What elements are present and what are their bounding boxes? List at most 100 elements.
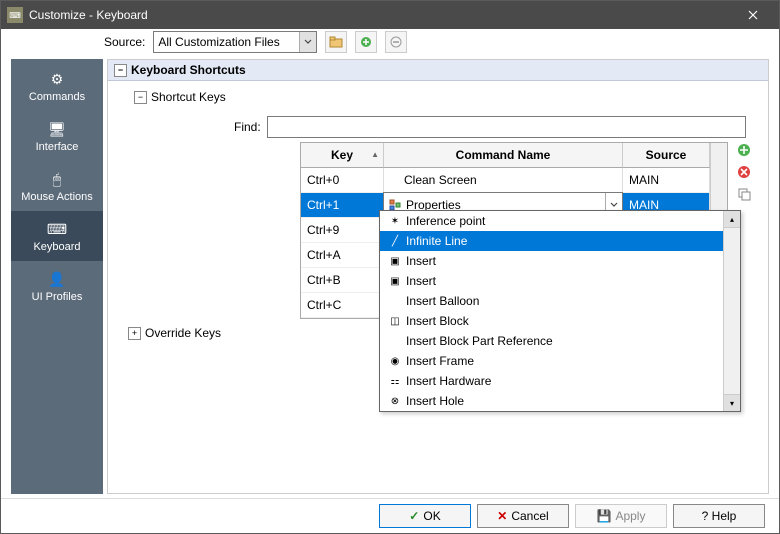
dropdown-item[interactable]: ╱Infinite Line [380, 231, 740, 251]
scroll-down-icon[interactable]: ▾ [724, 394, 740, 411]
frame-icon: ◉ [388, 354, 402, 368]
cancel-button[interactable]: ✕Cancel [477, 504, 569, 528]
command-dropdown-list[interactable]: ✶Inference point ╱Infinite Line ▣ Insert … [379, 210, 741, 412]
scrollbar-track[interactable] [710, 168, 727, 193]
section-title: Keyboard Shortcuts [131, 63, 246, 77]
source-dropdown-value: All Customization Files [158, 35, 279, 49]
column-header-command[interactable]: Command Name [384, 143, 623, 168]
line-icon: ╱ [388, 234, 402, 248]
sidebar-item-interface[interactable]: 🖥 Interface [11, 111, 103, 161]
sidebar-item-label: Keyboard [33, 241, 80, 253]
add-button[interactable] [355, 31, 377, 53]
popup-scrollbar[interactable]: ▴ ▾ [723, 211, 740, 411]
hardware-icon: ⚏ [388, 374, 402, 388]
dropdown-item[interactable]: ◫Insert Block [380, 311, 740, 331]
sidebar-item-label: Mouse Actions [21, 191, 93, 203]
cell-key: Ctrl+C [301, 293, 384, 318]
override-title: Override Keys [145, 326, 221, 340]
subsection-shortcut-keys[interactable]: − Shortcut Keys [114, 86, 762, 108]
dropdown-item[interactable]: Insert Block Part Reference [380, 331, 740, 351]
window-title: Customize - Keyboard [29, 8, 733, 22]
sidebar-item-label: UI Profiles [32, 291, 83, 303]
mouse-icon: 🖱 [41, 169, 73, 189]
close-button[interactable] [733, 1, 773, 29]
dropdown-item[interactable]: ✶Inference point [380, 211, 740, 231]
dropdown-item[interactable]: Insert Balloon [380, 291, 740, 311]
dropdown-item[interactable]: ⊗Insert Hole [380, 391, 740, 411]
apply-button: 💾Apply [575, 504, 667, 528]
section-header[interactable]: − Keyboard Shortcuts [108, 60, 768, 81]
subsection-override-keys[interactable]: + Override Keys [128, 326, 221, 340]
cell-command: Clean Screen [384, 168, 623, 193]
balloon-icon [388, 294, 402, 308]
delete-icon [737, 165, 751, 179]
collapse-icon[interactable]: − [114, 64, 127, 77]
scrollbar-header-stub [710, 143, 727, 168]
plus-icon [360, 36, 372, 48]
ok-button[interactable]: ✓OK [379, 504, 471, 528]
dropdown-item[interactable]: ◉Insert Frame [380, 351, 740, 371]
sidebar-item-label: Interface [36, 141, 79, 153]
close-icon [748, 10, 758, 20]
check-icon: ✓ [409, 509, 419, 523]
interface-icon: 🖥 [41, 119, 73, 139]
block-ref-icon [388, 334, 402, 348]
dropdown-item[interactable]: ▣Insert [380, 251, 740, 271]
source-toolbar: Source: All Customization Files [1, 29, 779, 55]
plus-icon [737, 143, 751, 157]
copy-shortcut-button[interactable] [736, 186, 752, 202]
sidebar-item-mouse-actions[interactable]: 🖱 Mouse Actions [11, 161, 103, 211]
expand-icon[interactable]: + [128, 327, 141, 340]
sidebar-item-label: Commands [29, 91, 85, 103]
cell-key: Ctrl+A [301, 243, 384, 268]
help-button[interactable]: ? Help [673, 504, 765, 528]
column-header-source[interactable]: Source [623, 143, 710, 168]
chevron-down-icon [299, 32, 316, 52]
column-header-key[interactable]: Key ▲ [301, 143, 384, 168]
sidebar-item-keyboard[interactable]: ⌨ Keyboard [11, 211, 103, 261]
hole-icon: ⊗ [388, 394, 402, 408]
dialog-footer: ✓OK ✕Cancel 💾Apply ? Help [1, 498, 779, 533]
table-header: Key ▲ Command Name Source [301, 143, 727, 168]
remove-button[interactable] [385, 31, 407, 53]
cell-key: Ctrl+B [301, 268, 384, 293]
open-file-button[interactable] [325, 31, 347, 53]
cell-key: Ctrl+0 [301, 168, 384, 193]
commands-icon: ⚙ [41, 69, 73, 89]
sidebar-item-ui-profiles[interactable]: 👤 UI Profiles [11, 261, 103, 311]
dialog-window: ⌨ Customize - Keyboard Source: All Custo… [0, 0, 780, 534]
sort-ascending-icon: ▲ [371, 150, 379, 159]
keyboard-icon: ⌨ [41, 219, 73, 239]
find-input[interactable] [267, 116, 746, 138]
point-icon: ✶ [388, 214, 402, 228]
profiles-icon: 👤 [41, 269, 73, 289]
app-icon: ⌨ [7, 7, 23, 23]
sidebar-item-commands[interactable]: ⚙ Commands [11, 61, 103, 111]
cell-key: Ctrl+1 [301, 193, 384, 218]
delete-shortcut-button[interactable] [736, 164, 752, 180]
x-icon: ✕ [497, 509, 507, 523]
disk-icon: 💾 [597, 509, 612, 523]
insert-icon: ▣ [388, 274, 402, 288]
copy-icon [737, 187, 751, 201]
collapse-icon[interactable]: − [134, 91, 147, 104]
source-dropdown[interactable]: All Customization Files [153, 31, 317, 53]
sidebar: ⚙ Commands 🖥 Interface 🖱 Mouse Actions ⌨… [11, 59, 103, 494]
side-tools [736, 142, 752, 202]
add-shortcut-button[interactable] [736, 142, 752, 158]
dropdown-item[interactable]: ⚏Insert Hardware [380, 371, 740, 391]
table-row[interactable]: Ctrl+0 Clean Screen MAIN [301, 168, 727, 193]
minus-icon [390, 36, 402, 48]
block-icon: ◫ [388, 314, 402, 328]
find-label: Find: [234, 120, 261, 134]
folder-icon [329, 36, 343, 48]
content-panel: − Keyboard Shortcuts − Shortcut Keys Fin… [107, 59, 769, 494]
subsection-title: Shortcut Keys [151, 90, 226, 104]
titlebar: ⌨ Customize - Keyboard [1, 1, 779, 29]
cell-source: MAIN [623, 168, 710, 193]
scroll-up-icon[interactable]: ▴ [724, 211, 740, 228]
dropdown-item[interactable]: ▣Insert [380, 271, 740, 291]
main-area: ⚙ Commands 🖥 Interface 🖱 Mouse Actions ⌨… [1, 55, 779, 498]
insert-icon: ▣ [388, 254, 402, 268]
source-label: Source: [104, 35, 145, 49]
